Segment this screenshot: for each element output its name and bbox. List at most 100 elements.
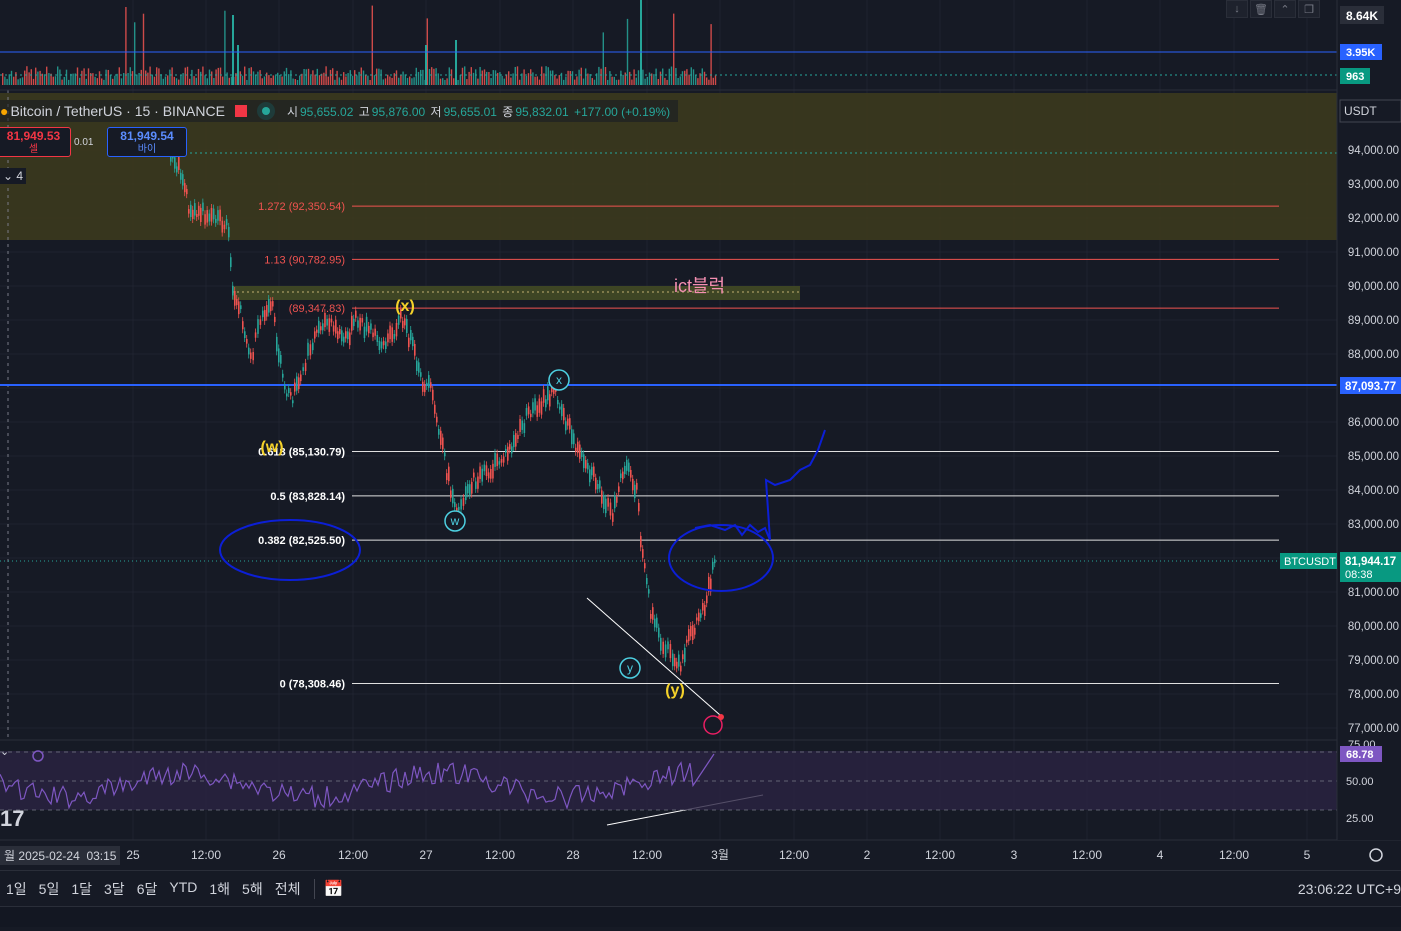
- candle: [462, 497, 465, 506]
- candle: [448, 466, 450, 482]
- candle: [712, 561, 714, 570]
- timeframe-button[interactable]: 1달: [71, 879, 92, 899]
- arrow-down-icon[interactable]: ↓: [1226, 0, 1248, 18]
- timeframe-button[interactable]: YTD: [169, 879, 197, 899]
- candle: [414, 343, 416, 356]
- chart-toolbar-icons: ↓ 🗑 ⌃ ❐: [1226, 0, 1320, 18]
- settings-icon[interactable]: [1369, 848, 1383, 862]
- price-axis-label: 91,000.00: [1348, 247, 1399, 259]
- candle: [694, 627, 696, 635]
- volume-bar: [197, 68, 200, 85]
- copy-icon[interactable]: ❐: [1298, 0, 1320, 18]
- volume-bar: [158, 68, 160, 85]
- candle: [194, 203, 196, 216]
- candle: [410, 329, 412, 341]
- volume-bar: [145, 70, 147, 85]
- candle: [638, 502, 640, 512]
- volume-bar: [400, 75, 402, 85]
- candle: [605, 498, 607, 514]
- volume-bar: [215, 69, 217, 85]
- volume-bar: [246, 79, 248, 85]
- candle: [337, 331, 339, 340]
- candle: [230, 257, 232, 268]
- volume-bar: [622, 74, 624, 85]
- sell-button[interactable]: 81,949.53 셀: [0, 127, 71, 157]
- candle: [452, 488, 454, 504]
- symbol-name[interactable]: Bitcoin / TetherUS · 15 · BINANCE: [10, 103, 224, 119]
- rsi-collapse-button[interactable]: ⌄: [0, 745, 9, 758]
- chart-canvas[interactable]: ict블럭 1.272 (92,350.54) 1.13 (90,782.95) (8…: [0, 0, 1401, 926]
- price-axis-label: 77,000.00: [1348, 723, 1399, 735]
- candle: [304, 362, 307, 372]
- volume-bar: [241, 75, 244, 85]
- volume-bar: [666, 79, 668, 85]
- candle: [500, 459, 503, 463]
- candle: [244, 331, 246, 338]
- candle: [515, 433, 517, 447]
- volume-bar: [580, 67, 582, 85]
- chart-area[interactable]: ict블럭 1.272 (92,350.54) 1.13 (90,782.95) (8…: [0, 0, 1401, 926]
- candle: [654, 618, 656, 628]
- timeframe-button[interactable]: 1해: [209, 879, 230, 899]
- candle: [686, 639, 688, 643]
- collapse-indicators-button[interactable]: ⌄ 4: [0, 168, 27, 184]
- drawn-ellipse-left[interactable]: [219, 519, 361, 581]
- timeframe-button[interactable]: 6달: [137, 879, 158, 899]
- volume-bar: [6, 78, 8, 85]
- volume-bar: [279, 74, 281, 85]
- candle: [248, 347, 250, 355]
- candle: [380, 341, 383, 349]
- volume-bar: [664, 77, 666, 85]
- candle: [368, 325, 370, 334]
- wave-w-label: (w): [260, 439, 283, 456]
- chevron-up-icon[interactable]: ⌃: [1274, 0, 1296, 18]
- price-axis-label: 81,000.00: [1348, 587, 1399, 599]
- volume-bar: [483, 69, 486, 85]
- timeframe-button[interactable]: 5일: [39, 879, 60, 899]
- timeframe-button[interactable]: 3달: [104, 879, 125, 899]
- candle: [341, 330, 343, 342]
- symbol-legend[interactable]: ● Bitcoin / TetherUS · 15 · BINANCE 시 95,…: [0, 100, 679, 122]
- volume-bar: [351, 75, 354, 85]
- candle: [652, 607, 654, 620]
- volume-bar: [497, 72, 499, 85]
- candle: [664, 644, 667, 658]
- candle: [219, 209, 221, 222]
- candle: [324, 312, 326, 328]
- timeframe-button[interactable]: 1일: [6, 879, 27, 899]
- candle: [246, 338, 248, 344]
- volume-bar: [292, 78, 294, 85]
- volume-bar: [160, 74, 162, 85]
- volume-bar: [455, 40, 457, 85]
- wave-y-label: (y): [665, 682, 685, 699]
- volume-bar: [435, 68, 437, 85]
- volume-bar: [525, 75, 527, 85]
- volume-bar: [257, 71, 259, 85]
- candle: [184, 183, 186, 193]
- price-axis-label: 92,000.00: [1348, 213, 1399, 225]
- candle: [614, 495, 616, 509]
- candle: [292, 400, 294, 404]
- time-axis-label: 12:00: [1072, 848, 1102, 862]
- candle: [597, 483, 599, 490]
- timeframe-button[interactable]: 전체: [275, 879, 301, 899]
- price-axis-label: 93,000.00: [1348, 179, 1399, 191]
- time-axis-label: 12:00: [191, 848, 221, 862]
- volume-bar: [219, 67, 222, 85]
- candle: [698, 612, 700, 622]
- volume-bar: [109, 74, 112, 85]
- volume-bar: [547, 67, 549, 85]
- candle: [460, 499, 462, 510]
- trash-icon[interactable]: 🗑: [1250, 0, 1272, 18]
- candle: [296, 376, 298, 391]
- candle: [494, 452, 496, 467]
- candle: [372, 332, 374, 338]
- volume-bar: [83, 68, 85, 85]
- buy-button[interactable]: 81,949.54 바이: [107, 127, 187, 157]
- volume-bar: [554, 75, 556, 85]
- volume-bar: [629, 71, 631, 85]
- volume-bar: [153, 76, 156, 85]
- calendar-icon[interactable]: 📅: [323, 879, 343, 899]
- timeframe-button[interactable]: 5해: [242, 879, 263, 899]
- candle: [571, 429, 573, 445]
